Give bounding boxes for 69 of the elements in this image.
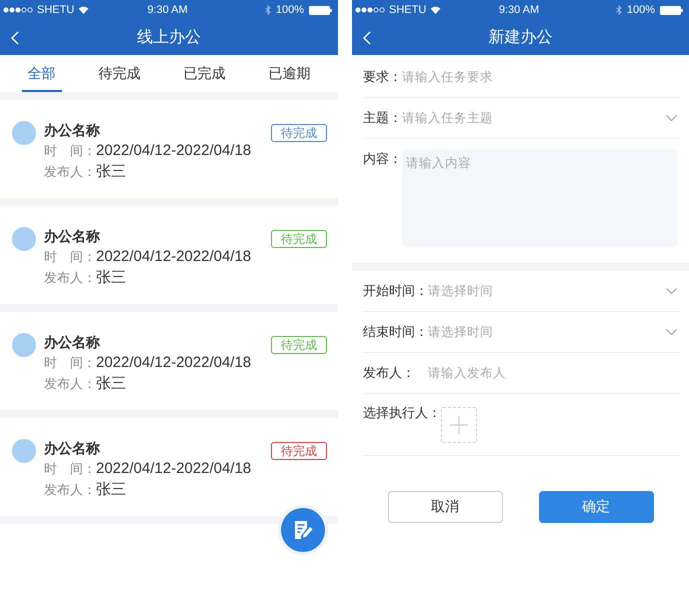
input-field[interactable]: 请输入发布人 xyxy=(428,366,680,380)
battery-icon xyxy=(309,6,332,14)
time-label: 时 间： xyxy=(44,142,96,160)
back-button[interactable] xyxy=(10,30,20,46)
field-label: 选择执行人： xyxy=(363,404,441,422)
bluetooth-icon xyxy=(616,5,622,15)
battery-percent: 100% xyxy=(626,4,655,16)
carrier-name: SHETU xyxy=(389,4,426,16)
time-range: 2022/04/12-2022/04/18 xyxy=(96,247,252,267)
publisher-label: 发布人： xyxy=(44,269,96,287)
time-range: 2022/04/12-2022/04/18 xyxy=(96,459,252,479)
textarea-field[interactable]: 请输入内容 xyxy=(402,149,677,247)
field-label: 要求： xyxy=(363,68,402,86)
time-range: 2022/04/12-2022/04/18 xyxy=(96,141,252,161)
publisher-label: 发布人： xyxy=(44,481,96,499)
status-badge: 待完成 xyxy=(271,230,327,248)
tab[interactable]: 待完成 xyxy=(92,55,146,92)
publisher-label: 发布人： xyxy=(44,163,96,181)
task-title: 办公名称 xyxy=(44,227,101,246)
avatar-icon xyxy=(12,439,36,463)
tab[interactable]: 已逾期 xyxy=(262,55,316,92)
time-label: 时 间： xyxy=(44,248,96,266)
chevron-left-icon xyxy=(363,30,371,44)
field-label: 内容： xyxy=(363,150,402,168)
avatar-icon xyxy=(12,121,36,145)
status-time: 9:30 AM xyxy=(147,4,188,16)
chevron-down-icon xyxy=(666,115,677,121)
status-time: 9:30 AM xyxy=(498,4,540,16)
input-field[interactable]: 请输入任务要求 xyxy=(402,70,680,84)
wifi-icon xyxy=(430,6,442,14)
battery-percent: 100% xyxy=(276,4,304,16)
status-badge: 待完成 xyxy=(271,336,327,354)
chevron-down-icon xyxy=(666,329,677,335)
status-badge: 待完成 xyxy=(271,124,327,142)
task-title: 办公名称 xyxy=(44,439,101,458)
bluetooth-icon xyxy=(264,5,271,15)
task-title: 办公名称 xyxy=(44,333,101,352)
wifi-icon xyxy=(78,6,90,14)
plus-icon xyxy=(450,416,468,434)
publisher-name: 张三 xyxy=(96,480,126,500)
publisher-name: 张三 xyxy=(96,374,126,394)
chevron-left-icon xyxy=(11,30,19,44)
publisher-label: 发布人： xyxy=(44,375,96,393)
confirm-button[interactable]: 确定 xyxy=(538,491,654,523)
avatar-icon xyxy=(12,333,36,357)
publisher-name: 张三 xyxy=(96,268,126,288)
time-range: 2022/04/12-2022/04/18 xyxy=(96,353,252,373)
battery-icon xyxy=(660,6,683,14)
task-title: 办公名称 xyxy=(44,121,101,140)
signal-icon xyxy=(355,7,385,13)
time-label: 时 间： xyxy=(44,354,96,372)
field-label: 结束时间： xyxy=(363,323,428,341)
screen-title: 线上办公 xyxy=(136,28,202,48)
tab[interactable]: 已完成 xyxy=(178,55,232,92)
status-badge: 待完成 xyxy=(271,442,327,460)
field-label: 发布人： xyxy=(363,364,416,382)
compose-button[interactable] xyxy=(281,508,325,552)
cancel-button[interactable]: 取消 xyxy=(388,491,502,523)
screen-title: 新建办公 xyxy=(488,28,554,48)
edit-icon xyxy=(292,519,314,541)
field-label: 主题： xyxy=(363,109,402,127)
time-label: 时 间： xyxy=(44,460,96,478)
signal-icon xyxy=(3,7,33,13)
field-label: 开始时间： xyxy=(363,282,428,300)
chevron-down-icon xyxy=(666,288,677,294)
avatar-icon xyxy=(12,227,36,251)
back-button[interactable] xyxy=(362,30,372,46)
carrier-name: SHETU xyxy=(37,4,74,16)
publisher-name: 张三 xyxy=(96,162,126,182)
